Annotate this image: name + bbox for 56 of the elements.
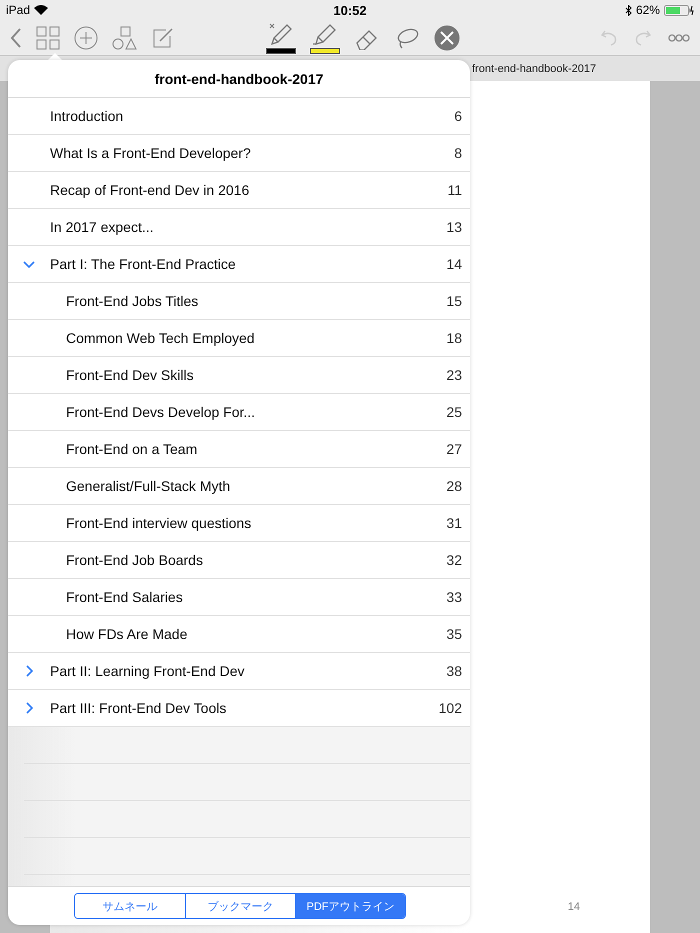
page-number: 25 (446, 404, 462, 420)
outline-item[interactable]: Part III: Front-End Dev Tools (50, 700, 439, 716)
battery-icon (664, 4, 694, 16)
page-number: 27 (446, 441, 462, 457)
outline-item[interactable]: Front-End Jobs Titles (66, 293, 446, 309)
highlighter-tool[interactable] (310, 22, 340, 54)
back-icon[interactable] (10, 28, 22, 48)
popover-title: front-end-handbook-2017 (8, 60, 470, 98)
device-name: iPad (6, 3, 30, 17)
outline-item[interactable]: In 2017 expect... (50, 219, 446, 235)
more-icon[interactable] (668, 34, 690, 42)
outline-item[interactable]: Recap of Front-end Dev in 2016 (50, 182, 448, 198)
highlighter-icon (312, 22, 338, 46)
pen-tool[interactable] (266, 22, 296, 54)
clock: 10:52 (332, 2, 368, 18)
outline-item[interactable]: Front-End Devs Develop For... (66, 404, 446, 420)
outline-item[interactable]: How FDs Are Made (66, 626, 446, 642)
page-number: 6 (454, 108, 462, 124)
shapes-icon[interactable] (112, 26, 138, 50)
page-number: 28 (446, 478, 462, 494)
page-number: 18 (446, 330, 462, 346)
outline-item[interactable]: Front-End interview questions (66, 515, 446, 531)
outline-item[interactable]: Introduction (50, 108, 454, 124)
bluetooth-icon (624, 4, 632, 16)
stop-tool[interactable] (434, 24, 460, 50)
page-number: 38 (446, 663, 462, 679)
page-number: 31 (446, 515, 462, 531)
page-number: 23 (446, 367, 462, 383)
outline-item[interactable]: Front-End Salaries (66, 589, 446, 605)
page-number: 11 (447, 182, 462, 198)
close-icon (434, 24, 460, 50)
page-number: 8 (454, 145, 462, 161)
page-number: 32 (446, 552, 462, 568)
edit-icon[interactable] (152, 26, 174, 48)
outline-item[interactable]: Common Web Tech Employed (66, 330, 446, 346)
page-number: 102 (438, 700, 462, 716)
document-tab[interactable]: front-end-handbook-2017 (472, 62, 596, 74)
outline-item[interactable]: Part II: Learning Front-End Dev (50, 663, 446, 679)
page-number: 15 (446, 293, 462, 309)
add-icon[interactable] (74, 26, 98, 50)
grid-icon[interactable] (36, 26, 60, 50)
page-number: 33 (446, 589, 462, 605)
outline-item[interactable]: Front-End Job Boards (66, 552, 446, 568)
page-number: 13 (446, 219, 462, 235)
battery-percent: 62% (636, 3, 660, 17)
page-number: 14 (446, 256, 462, 272)
segment-tab[interactable]: PDFアウトライン (295, 894, 405, 918)
wifi-icon (34, 5, 48, 15)
outline-item[interactable]: Generalist/Full-Stack Myth (66, 478, 446, 494)
outline-item[interactable]: Front-End Dev Skills (66, 367, 446, 383)
page-number: 14 (568, 901, 580, 913)
outline-item[interactable]: Part I: The Front-End Practice (50, 256, 446, 272)
outline-item[interactable]: Front-End on a Team (66, 441, 446, 457)
pencil-icon (268, 22, 294, 46)
page-number: 35 (446, 626, 462, 642)
outline-item[interactable]: What Is a Front-End Developer? (50, 145, 454, 161)
